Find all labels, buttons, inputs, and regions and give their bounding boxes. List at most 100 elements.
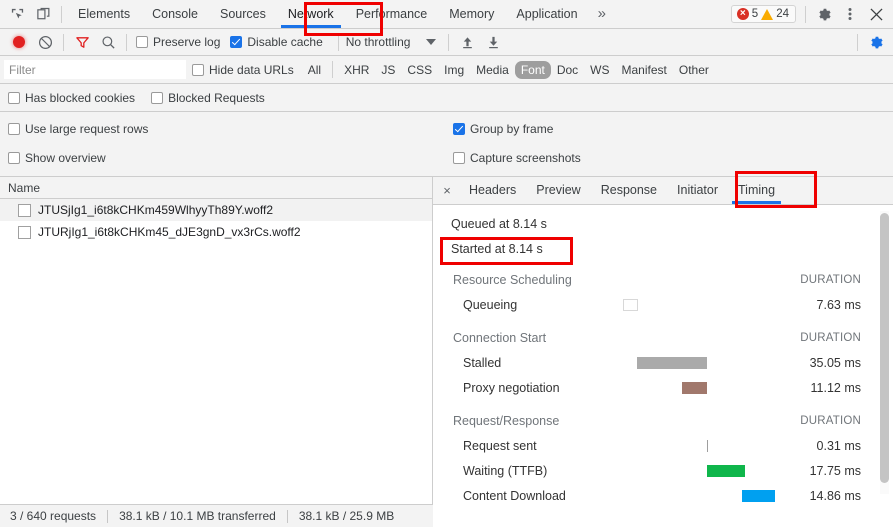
toolbar2-divider-5 xyxy=(857,34,858,51)
blocked-requests-checkbox[interactable]: Blocked Requests xyxy=(151,91,265,105)
chevron-down-icon xyxy=(426,39,436,45)
started-at-label: Started at 8.14 s xyxy=(451,242,543,256)
filter-type-js[interactable]: JS xyxy=(375,61,401,79)
filter-type-xhr[interactable]: XHR xyxy=(338,61,375,79)
request-list-header[interactable]: Name xyxy=(0,177,432,199)
group-by-frame-checkbox[interactable]: Group by frame xyxy=(453,122,893,136)
timing-label: Content Download xyxy=(463,489,566,503)
toolbar2-divider-3 xyxy=(338,34,339,51)
timing-bar-content-download xyxy=(742,490,775,502)
tab-preview[interactable]: Preview xyxy=(526,177,590,204)
request-checkbox[interactable] xyxy=(18,226,31,239)
issues-badge[interactable]: × 5 24 xyxy=(731,5,796,23)
timing-label: Queueing xyxy=(463,298,517,312)
export-har-icon[interactable] xyxy=(480,30,506,54)
kebab-menu-icon[interactable] xyxy=(837,2,863,26)
status-bar: 3 / 640 requests 38.1 kB / 10.1 MB trans… xyxy=(0,504,433,527)
tab-console[interactable]: Console xyxy=(141,0,209,28)
tab-network[interactable]: Network xyxy=(277,0,345,28)
gear-icon[interactable] xyxy=(811,2,837,26)
table-row[interactable]: JTURjIg1_i6t8kCHKm45_dJE3gnD_vx3rCs.woff… xyxy=(0,221,432,243)
timing-scrollbar-thumb[interactable] xyxy=(880,213,889,483)
preserve-log-checkbox[interactable]: Preserve log xyxy=(136,35,220,49)
group-title: Connection Start xyxy=(453,331,546,345)
group-title: Request/Response xyxy=(453,414,559,428)
filter-type-all[interactable]: All xyxy=(302,61,327,79)
tab-performance[interactable]: Performance xyxy=(345,0,439,28)
blocked-filter-bar: Has blocked cookies Blocked Requests xyxy=(0,84,893,112)
tab-timing[interactable]: Timing xyxy=(728,177,785,204)
tab-memory[interactable]: Memory xyxy=(438,0,505,28)
disable-cache-checkbox[interactable]: Disable cache xyxy=(230,35,322,49)
group-title: Resource Scheduling xyxy=(453,273,572,287)
tab-initiator[interactable]: Initiator xyxy=(667,177,728,204)
status-resources: 38.1 kB / 25.9 MB xyxy=(299,509,394,523)
device-toolbar-icon[interactable] xyxy=(30,2,56,26)
close-icon[interactable]: × xyxy=(435,178,459,204)
status-requests: 3 / 640 requests xyxy=(10,509,96,523)
capture-screenshots-box xyxy=(453,152,465,164)
settings-row-2: Show overview Capture screenshots xyxy=(0,143,893,172)
show-overview-checkbox[interactable]: Show overview xyxy=(8,151,106,165)
timing-scrollbar[interactable] xyxy=(880,211,889,494)
blocked-requests-box xyxy=(151,92,163,104)
use-large-rows-checkbox[interactable]: Use large request rows xyxy=(8,122,148,136)
throttling-value: No throttling xyxy=(346,35,411,49)
capture-screenshots-checkbox[interactable]: Capture screenshots xyxy=(453,151,893,165)
table-row[interactable]: JTUSjIg1_i6t8kCHKm459WlhyyTh89Y.woff2 xyxy=(0,199,432,221)
inspect-element-icon[interactable] xyxy=(4,2,30,26)
toolbar2-divider-4 xyxy=(448,34,449,51)
tab-sources[interactable]: Sources xyxy=(209,0,277,28)
request-name: JTURjIg1_i6t8kCHKm45_dJE3gnD_vx3rCs.woff… xyxy=(38,225,301,239)
search-icon[interactable] xyxy=(95,30,121,54)
timing-duration: 35.05 ms xyxy=(810,356,861,370)
timing-row-stalled: Stalled 35.05 ms xyxy=(433,350,893,375)
network-settings-gear-icon[interactable] xyxy=(863,30,889,54)
tab-headers[interactable]: Headers xyxy=(459,177,526,204)
filter-type-ws[interactable]: WS xyxy=(584,61,615,79)
timing-row-request-sent: Request sent 0.31 ms xyxy=(433,433,893,458)
filter-type-other[interactable]: Other xyxy=(673,61,715,79)
timing-group-connection-start: Connection Start DURATION xyxy=(433,325,893,350)
detail-tab-bar: × Headers Preview Response Initiator Tim… xyxy=(433,177,893,205)
filter-type-manifest[interactable]: Manifest xyxy=(616,61,673,79)
request-checkbox[interactable] xyxy=(18,204,31,217)
filter-type-css[interactable]: CSS xyxy=(401,61,438,79)
network-main-split: Name JTUSjIg1_i6t8kCHKm459WlhyyTh89Y.wof… xyxy=(0,177,893,506)
throttling-select[interactable]: No throttling xyxy=(346,35,437,49)
close-icon[interactable] xyxy=(863,2,889,26)
preserve-log-box xyxy=(136,36,148,48)
has-blocked-cookies-checkbox[interactable]: Has blocked cookies xyxy=(8,91,135,105)
network-toolbar: Preserve log Disable cache No throttling xyxy=(0,29,893,56)
group-by-frame-box xyxy=(453,123,465,135)
timing-label: Waiting (TTFB) xyxy=(463,464,547,478)
show-overview-label: Show overview xyxy=(25,151,106,165)
filter-type-media[interactable]: Media xyxy=(470,61,515,79)
tab-response[interactable]: Response xyxy=(591,177,667,204)
tab-application[interactable]: Application xyxy=(505,0,588,28)
duration-header: DURATION xyxy=(800,274,861,286)
filter-input[interactable] xyxy=(4,60,186,79)
status-transferred: 38.1 kB / 10.1 MB transferred xyxy=(119,509,276,523)
more-tabs-icon[interactable]: » xyxy=(589,0,615,28)
clear-icon[interactable] xyxy=(32,30,58,54)
filter-type-doc[interactable]: Doc xyxy=(551,61,584,79)
import-har-icon[interactable] xyxy=(454,30,480,54)
record-button[interactable] xyxy=(6,30,32,54)
tab-elements[interactable]: Elements xyxy=(67,0,141,28)
filter-type-font[interactable]: Font xyxy=(515,61,551,79)
funnel-filter-icon[interactable] xyxy=(69,30,95,54)
warning-count: 24 xyxy=(776,8,789,20)
timing-row-proxy-negotiation: Proxy negotiation 11.12 ms xyxy=(433,375,893,400)
queued-at-label: Queued at 8.14 s xyxy=(451,217,547,231)
has-blocked-cookies-box xyxy=(8,92,20,104)
settings-col-2a: Group by frame xyxy=(453,122,893,136)
request-list-pane: Name JTUSjIg1_i6t8kCHKm459WlhyyTh89Y.wof… xyxy=(0,177,433,506)
hide-data-urls-checkbox[interactable]: Hide data URLs xyxy=(192,63,294,77)
timing-duration: 17.75 ms xyxy=(810,464,861,478)
settings-col-2b: Capture screenshots xyxy=(453,151,893,165)
tabbar-divider-right xyxy=(805,6,806,23)
filter-type-img[interactable]: Img xyxy=(438,61,470,79)
timing-label: Request sent xyxy=(463,439,537,453)
toolbar2-divider-2 xyxy=(126,34,127,51)
